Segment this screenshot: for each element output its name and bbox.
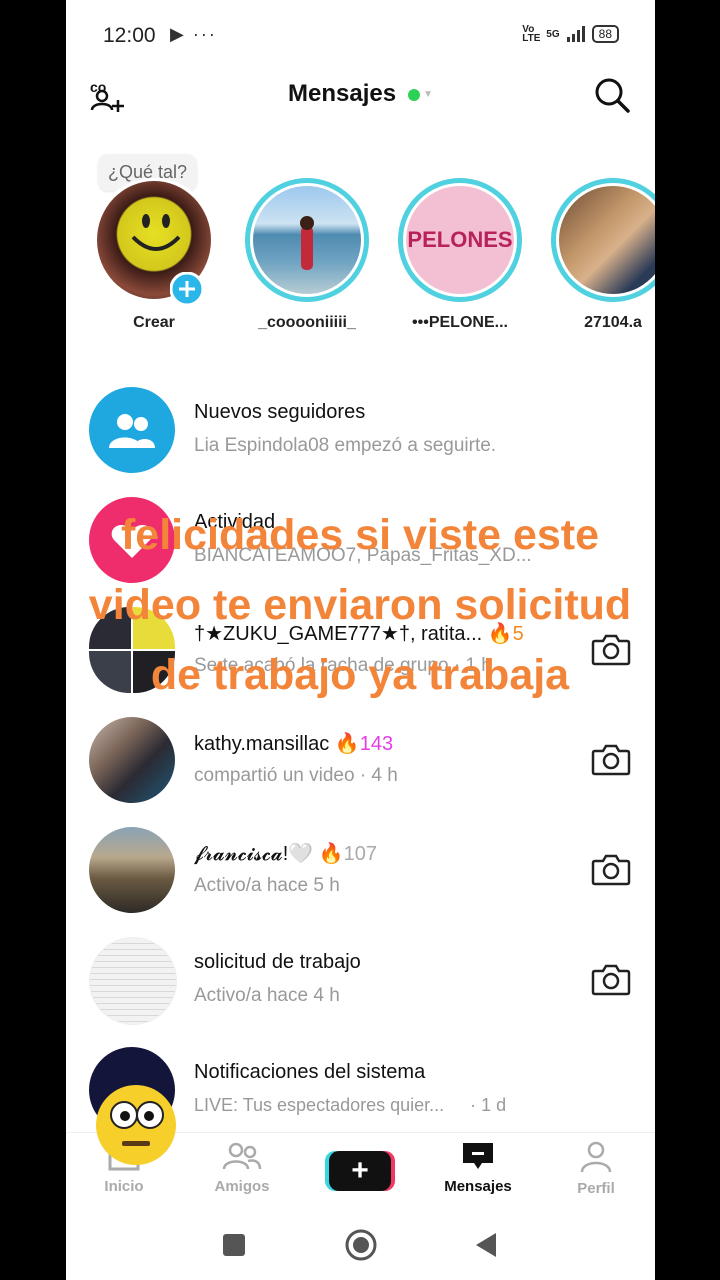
camera-icon[interactable] xyxy=(591,741,631,777)
list-item-time: · 1 d xyxy=(470,1095,507,1115)
status-bar: 12:00 ▶ ··· Vo LTE 5G 88 xyxy=(66,0,655,70)
tab-label: Inicio xyxy=(104,1178,144,1195)
story-item[interactable]: PELONES •••PELONE... xyxy=(390,178,530,332)
list-item-title: †★ZUKU_GAME777★†, ratita... 🔥5 xyxy=(194,623,524,645)
list-item-activity[interactable]: Actividad BIANCATEAMOO7, Papas_Fritas_XD… xyxy=(66,485,655,595)
list-item-chat[interactable]: solicitud de trabajo Activo/a hace 4 h xyxy=(66,925,655,1035)
list-item-chat[interactable]: kathy.mansillac 🔥143 compartió un video … xyxy=(66,705,655,815)
tab-mensajes[interactable]: Mensajes xyxy=(428,1141,528,1195)
avatar xyxy=(253,186,361,294)
story-name: _cooooniiiii_ xyxy=(258,314,356,331)
avatar: PELONES xyxy=(406,186,514,294)
volte-icon: Vo LTE xyxy=(522,24,541,44)
group-avatar xyxy=(89,607,175,693)
page-title-text: Mensajes xyxy=(288,80,397,107)
battery-icon: 88 xyxy=(591,25,619,43)
avatar xyxy=(89,717,175,803)
story-name: •••PELONE... xyxy=(412,314,508,331)
chevron-down-icon: ▼ xyxy=(423,89,433,101)
phone-screen: 12:00 ▶ ··· Vo LTE 5G 88 co Mensajes ▼ ¿… xyxy=(66,0,655,1280)
story-ring xyxy=(551,178,655,302)
search-icon[interactable] xyxy=(593,76,631,114)
recent-apps-icon[interactable] xyxy=(221,1232,247,1258)
story-create[interactable]: Crear xyxy=(84,178,224,332)
activity-icon xyxy=(89,497,175,583)
avatar xyxy=(89,937,177,1025)
create-post-button[interactable]: + xyxy=(329,1151,391,1191)
story-ring xyxy=(245,178,369,302)
online-status-dot xyxy=(408,88,421,101)
tab-label: Mensajes xyxy=(444,1178,512,1195)
android-nav-bar xyxy=(66,1212,655,1280)
streak-count: 107 xyxy=(343,843,378,865)
list-item-title: kathy.mansillac 🔥143 xyxy=(194,733,394,755)
home-button-icon[interactable] xyxy=(344,1228,378,1262)
camera-icon[interactable] xyxy=(591,851,631,887)
story-item[interactable]: _cooooniiiii_ xyxy=(237,178,377,332)
streak-count: 5 xyxy=(512,623,524,645)
add-story-icon[interactable] xyxy=(170,272,204,306)
status-time: 12:00 xyxy=(103,24,156,47)
plus-icon: + xyxy=(351,1154,369,1187)
camera-icon[interactable] xyxy=(591,961,631,997)
list-item-subtitle: Activo/a hace 4 h xyxy=(194,985,340,1006)
list-item-subtitle: LIVE: Tus espectadores quier... · 1 d xyxy=(194,1095,507,1115)
list-item-title: Actividad xyxy=(194,511,276,533)
list-item-subtitle: BIANCATEAMOO7, Papas_Fritas_XD... xyxy=(194,545,532,566)
surprised-face-icon xyxy=(110,1101,164,1146)
story-name: 27104.a xyxy=(584,314,642,331)
tab-perfil[interactable]: Perfil xyxy=(546,1141,646,1197)
list-item-subtitle: Lia Espindola08 empezó a seguirte. xyxy=(194,435,497,456)
list-item-subtitle: compartió un video · 4 h xyxy=(194,765,398,786)
list-item-chat[interactable]: 𝓯𝓻𝓪𝓷𝓬𝓲𝓼𝓬𝓪!🤍 🔥107 Activo/a hace 5 h xyxy=(66,815,655,925)
profile-icon xyxy=(580,1141,612,1173)
streak-fire-icon: 🔥 xyxy=(318,843,344,865)
status-left-icons: ▶ ··· xyxy=(170,24,217,44)
streak-count: 143 xyxy=(359,733,394,755)
tab-amigos[interactable]: Amigos xyxy=(192,1141,292,1195)
messages-header: co Mensajes ▼ xyxy=(66,70,655,120)
story-item[interactable]: 27104.a xyxy=(543,178,655,332)
friends-icon xyxy=(222,1142,262,1170)
streak-fire-icon: 🔥 xyxy=(334,733,360,755)
avatar xyxy=(89,827,175,913)
list-item-title: Nuevos seguidores xyxy=(194,401,366,423)
list-item-group-chat[interactable]: †★ZUKU_GAME777★†, ratita... 🔥5 Se te aca… xyxy=(66,595,655,705)
story-name: Crear xyxy=(133,314,175,331)
list-item-subtitle: Activo/a hace 5 h xyxy=(194,875,340,896)
streak-fire-icon: 🔥 xyxy=(487,623,513,645)
signal-icon xyxy=(566,26,585,42)
back-icon[interactable] xyxy=(472,1230,500,1260)
avatar xyxy=(559,186,655,294)
tab-label: Perfil xyxy=(577,1180,615,1197)
story-ring: PELONES xyxy=(398,178,522,302)
emoji-sticker xyxy=(96,1085,176,1165)
list-item-subtitle: Se te acabó la racha de grupo · 1 h xyxy=(194,655,492,676)
page-title[interactable]: Mensajes ▼ xyxy=(66,80,655,108)
list-item-new-followers[interactable]: Nuevos seguidores Lia Espindola08 empezó… xyxy=(66,375,655,485)
tab-label: Amigos xyxy=(214,1178,270,1195)
stories-row: ¿Qué tal? Crear _cooooniiiii_ PELONES ••… xyxy=(66,150,655,350)
followers-icon xyxy=(89,387,175,473)
list-item-title: 𝓯𝓻𝓪𝓷𝓬𝓲𝓼𝓬𝓪!🤍 🔥107 xyxy=(194,843,378,865)
list-item-title: Notificaciones del sistema xyxy=(194,1061,426,1083)
status-right-icons: Vo LTE 5G 88 xyxy=(522,24,619,44)
messages-icon xyxy=(463,1143,493,1169)
list-item-title: solicitud de trabajo xyxy=(194,951,361,973)
pelones-logo: PELONES xyxy=(407,227,513,252)
network-5g-icon: 5G xyxy=(546,28,560,40)
camera-icon[interactable] xyxy=(591,631,631,667)
